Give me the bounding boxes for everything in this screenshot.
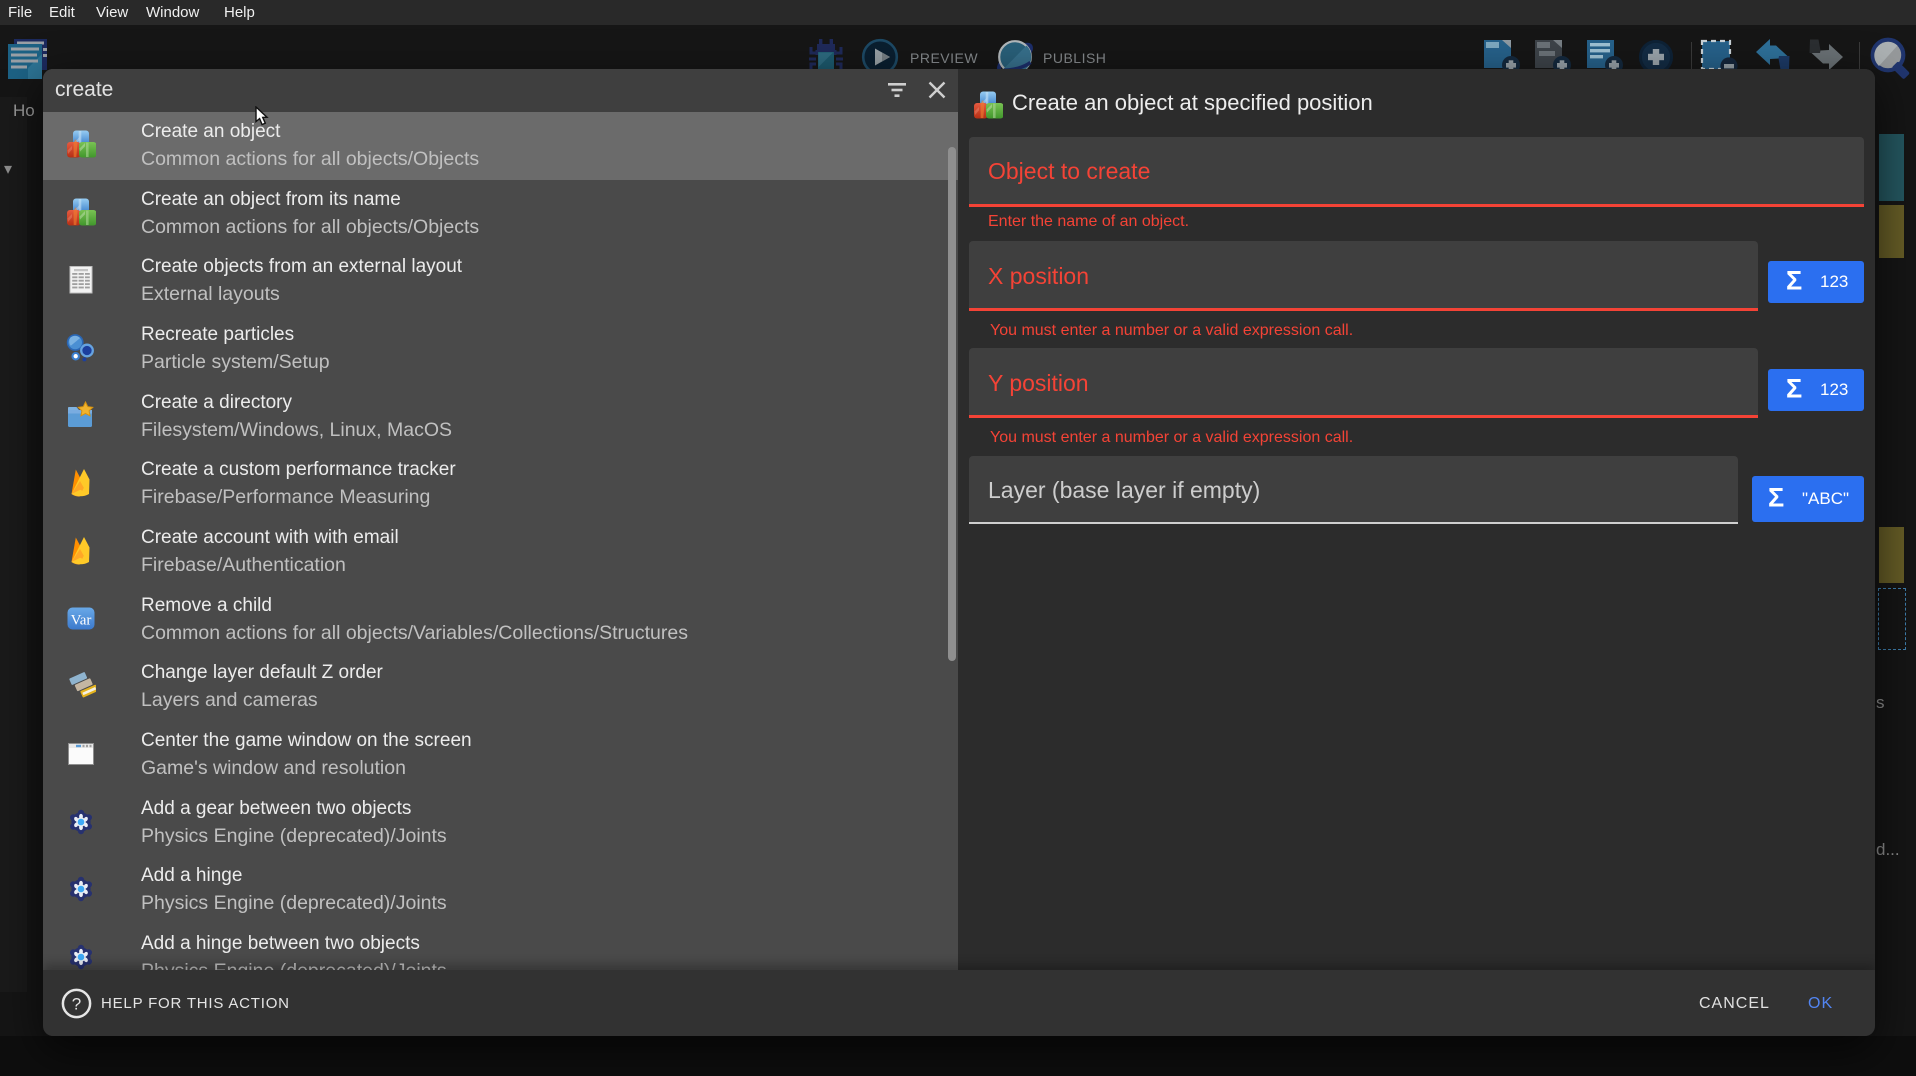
svg-text:?: ? xyxy=(72,995,81,1014)
